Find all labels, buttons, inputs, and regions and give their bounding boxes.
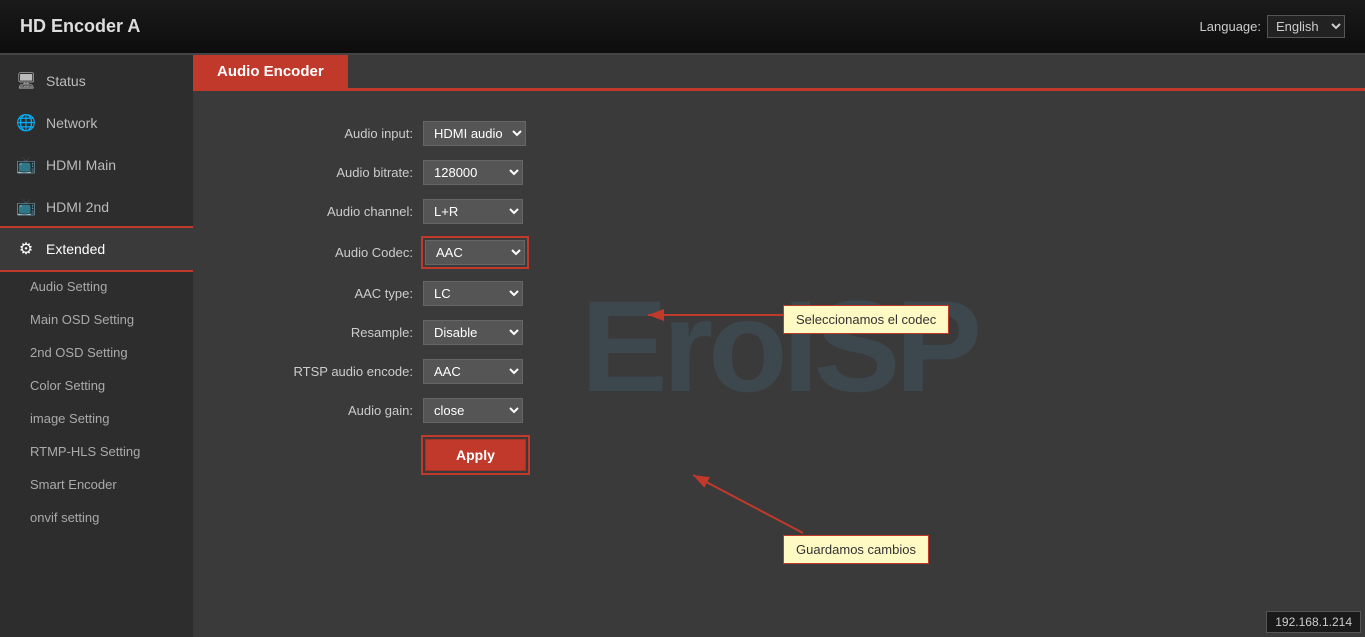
audio-bitrate-select[interactable]: 128000 64000 32000 — [423, 160, 523, 185]
audio-gain-label: Audio gain: — [253, 403, 413, 418]
audio-input-select[interactable]: HDMI audio Line in None — [423, 121, 526, 146]
ip-badge: 192.168.1.214 — [1266, 611, 1361, 633]
resample-select[interactable]: Disable Enable — [423, 320, 523, 345]
audio-gain-row: Audio gain: close low medium high — [253, 398, 1305, 423]
audio-codec-row: Audio Codec: AAC MP3 G711 — [253, 238, 1305, 267]
sidebar-item-network[interactable]: 🌐 Network — [0, 102, 193, 144]
audio-codec-select[interactable]: AAC MP3 G711 — [425, 240, 525, 265]
sidebar-sub-2nd-osd-label: 2nd OSD Setting — [30, 345, 128, 360]
sidebar-item-status[interactable]: 🖥 Status — [0, 60, 193, 102]
audio-bitrate-row: Audio bitrate: 128000 64000 32000 — [253, 160, 1305, 185]
rtsp-audio-row: RTSP audio encode: AAC MP3 — [253, 359, 1305, 384]
sidebar-item-hdmi-main[interactable]: 📺 HDMI Main — [0, 144, 193, 186]
audio-channel-label: Audio channel: — [253, 204, 413, 219]
main-content: EroISP Audio Encoder Audio input: HDMI a… — [193, 55, 1365, 637]
audio-codec-label: Audio Codec: — [253, 245, 413, 260]
sidebar-item-extended[interactable]: ⚙ Extended — [0, 228, 193, 270]
resample-row: Resample: Disable Enable — [253, 320, 1305, 345]
sidebar-item-extended-label: Extended — [46, 241, 105, 257]
sidebar-sub-audio-setting[interactable]: Audio Setting — [0, 270, 193, 303]
sidebar-sub-smart-encoder-label: Smart Encoder — [30, 477, 117, 492]
audio-input-label: Audio input: — [253, 126, 413, 141]
sidebar-sub-main-osd-label: Main OSD Setting — [30, 312, 134, 327]
aac-type-row: AAC type: LC HE HEv2 — [253, 281, 1305, 306]
aac-type-label: AAC type: — [253, 286, 413, 301]
network-icon: 🌐 — [16, 113, 36, 133]
main-layout: 🖥 Status 🌐 Network 📺 HDMI Main 📺 HDMI 2n… — [0, 55, 1365, 637]
sidebar-sub-color-setting[interactable]: Color Setting — [0, 369, 193, 402]
codec-annotation: Seleccionamos el codec — [783, 305, 949, 334]
apply-button[interactable]: Apply — [425, 439, 526, 471]
aac-type-select[interactable]: LC HE HEv2 — [423, 281, 523, 306]
sidebar-sub-rtmp-label: RTMP-HLS Setting — [30, 444, 140, 459]
monitor-icon: 🖥 — [16, 71, 36, 91]
language-label: Language: — [1200, 19, 1261, 34]
sidebar-sub-image-setting[interactable]: image Setting — [0, 402, 193, 435]
sidebar-item-status-label: Status — [46, 73, 86, 89]
sidebar-item-hdmi-2nd[interactable]: 📺 HDMI 2nd — [0, 186, 193, 228]
sidebar-sub-onvif[interactable]: onvif setting — [0, 501, 193, 534]
audio-gain-select[interactable]: close low medium high — [423, 398, 523, 423]
extended-icon: ⚙ — [16, 239, 36, 259]
ip-address: 192.168.1.214 — [1275, 615, 1352, 629]
sidebar-sub-color-setting-label: Color Setting — [30, 378, 105, 393]
audio-codec-highlight: AAC MP3 G711 — [423, 238, 527, 267]
codec-annotation-text: Seleccionamos el codec — [796, 312, 936, 327]
apply-highlight: Apply — [423, 437, 528, 473]
rtsp-audio-label: RTSP audio encode: — [253, 364, 413, 379]
page-tab-label: Audio Encoder — [217, 63, 324, 80]
sidebar-sub-audio-setting-label: Audio Setting — [30, 279, 107, 294]
header: HD Encoder A Language: English Chinese — [0, 0, 1365, 55]
sidebar-item-network-label: Network — [46, 115, 97, 131]
sidebar-sub-2nd-osd[interactable]: 2nd OSD Setting — [0, 336, 193, 369]
sidebar-sub-image-setting-label: image Setting — [30, 411, 110, 426]
sidebar-sub-main-osd[interactable]: Main OSD Setting — [0, 303, 193, 336]
audio-channel-row: Audio channel: L+R Left Right Mono — [253, 199, 1305, 224]
hdmi-main-icon: 📺 — [16, 155, 36, 175]
sidebar-sub-rtmp[interactable]: RTMP-HLS Setting — [0, 435, 193, 468]
sidebar-sub-onvif-label: onvif setting — [30, 510, 99, 525]
hdmi-2nd-icon: 📺 — [16, 197, 36, 217]
sidebar-item-hdmi-main-label: HDMI Main — [46, 157, 116, 173]
page-tab: Audio Encoder — [193, 55, 348, 88]
apply-row: Apply — [253, 437, 1305, 473]
audio-input-row: Audio input: HDMI audio Line in None — [253, 121, 1305, 146]
language-section: Language: English Chinese — [1200, 15, 1345, 38]
apply-annotation-text: Guardamos cambios — [796, 542, 916, 557]
apply-annotation: Guardamos cambios — [783, 535, 929, 564]
sidebar-item-hdmi-2nd-label: HDMI 2nd — [46, 199, 109, 215]
audio-bitrate-label: Audio bitrate: — [253, 165, 413, 180]
sidebar: 🖥 Status 🌐 Network 📺 HDMI Main 📺 HDMI 2n… — [0, 55, 193, 637]
language-select[interactable]: English Chinese — [1267, 15, 1345, 38]
resample-label: Resample: — [253, 325, 413, 340]
app-title: HD Encoder A — [20, 16, 140, 37]
form-area: Audio input: HDMI audio Line in None Aud… — [193, 91, 1365, 517]
audio-channel-select[interactable]: L+R Left Right Mono — [423, 199, 523, 224]
sidebar-sub-smart-encoder[interactable]: Smart Encoder — [0, 468, 193, 501]
rtsp-audio-select[interactable]: AAC MP3 — [423, 359, 523, 384]
